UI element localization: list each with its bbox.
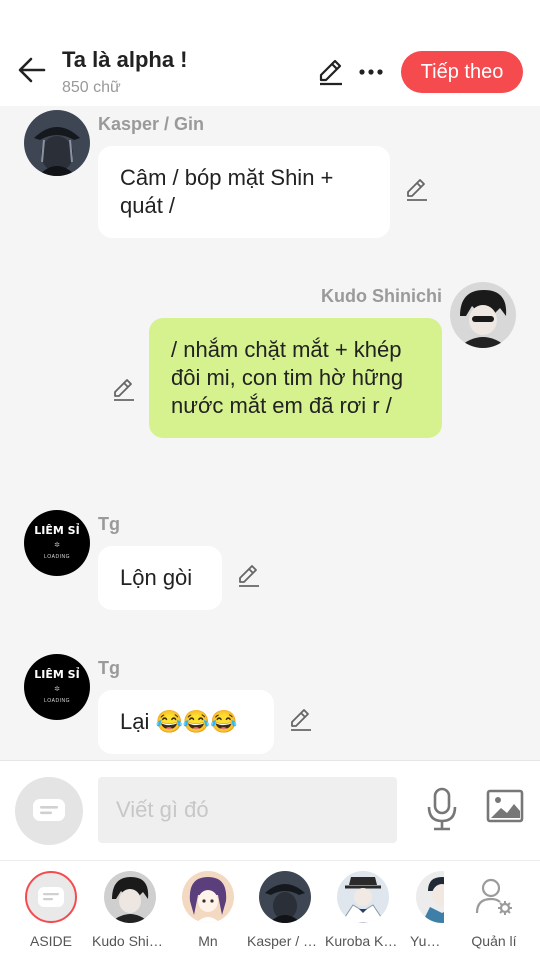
aside-avatar bbox=[25, 871, 77, 923]
chat-screen: Ta là alpha ! 850 chữ Tiếp theo Kasper /… bbox=[0, 0, 540, 960]
avatar-subtext: LOADING bbox=[43, 698, 70, 704]
microphone-button[interactable] bbox=[422, 785, 462, 833]
edit-message-button[interactable] bbox=[404, 177, 430, 203]
more-dots-icon bbox=[359, 69, 383, 75]
image-button[interactable] bbox=[486, 789, 526, 829]
chat-area[interactable]: Kasper / Gin Câm / bóp mặt Shin + quát /… bbox=[0, 106, 540, 760]
avatar-subtext: LOADING bbox=[43, 554, 70, 560]
chat-mode-button[interactable] bbox=[15, 777, 83, 845]
message-bubble[interactable]: Lộn gòi bbox=[98, 546, 222, 610]
character-label: Quản lí bbox=[471, 933, 517, 949]
character-label: ASIDE bbox=[29, 933, 72, 949]
manage-characters-button[interactable]: Quản lí bbox=[462, 871, 524, 955]
dark-haired-boy-avatar bbox=[104, 871, 156, 923]
avatar-text: LIÊM SỈ bbox=[34, 524, 80, 537]
pencil-icon bbox=[239, 565, 259, 587]
message-bubble[interactable]: / nhắm chặt mắt + khép đôi mi, con tim h… bbox=[149, 318, 442, 438]
manage-avatar bbox=[468, 871, 520, 923]
dark-haired-boy-avatar bbox=[450, 282, 516, 348]
page-title: Ta là alpha ! bbox=[62, 47, 188, 72]
header: Ta là alpha ! 850 chữ Tiếp theo bbox=[0, 0, 540, 106]
white-suit-character-avatar bbox=[337, 871, 389, 923]
avatar bbox=[182, 871, 234, 923]
dark-hat-character-avatar bbox=[24, 110, 90, 176]
avatar[interactable] bbox=[24, 110, 90, 176]
loading-icon: ✲ bbox=[54, 686, 60, 693]
purple-hair-character-avatar bbox=[182, 871, 234, 923]
dark-hat-character-avatar bbox=[259, 871, 311, 923]
message-bubble[interactable]: Câm / bóp mặt Shin + quát / bbox=[98, 146, 390, 238]
character-aside[interactable]: ASIDE bbox=[19, 871, 81, 955]
avatar bbox=[259, 871, 311, 923]
sender-name: Kudo Shinichi bbox=[321, 286, 442, 306]
edit-message-button[interactable] bbox=[111, 377, 137, 403]
pencil-icon bbox=[291, 709, 311, 731]
avatar[interactable]: LIÊM SỈ ✲ LOADING bbox=[24, 654, 90, 720]
edit-message-button[interactable] bbox=[288, 707, 314, 733]
image-icon bbox=[486, 789, 524, 823]
more-options-button[interactable] bbox=[354, 55, 388, 89]
character-kudo[interactable]: Kudo Shinichi bbox=[92, 871, 168, 955]
edit-title-button[interactable] bbox=[314, 55, 348, 89]
sender-name: Kasper / Gin bbox=[98, 114, 205, 134]
character-mn[interactable]: Mn bbox=[176, 871, 238, 955]
input-bar bbox=[0, 760, 540, 860]
pencil-icon bbox=[319, 59, 342, 86]
character-bar: ASIDE Kudo Shinichi bbox=[0, 860, 540, 960]
pencil-icon bbox=[114, 379, 134, 401]
character-kasper[interactable]: Kasper / Gin bbox=[247, 871, 323, 955]
message-bubble[interactable]: Lại 😂😂😂 bbox=[98, 690, 274, 754]
sender-name: Tg bbox=[98, 514, 120, 534]
character-label: Kasper / Gin bbox=[247, 933, 323, 949]
arrow-left-icon bbox=[18, 57, 46, 83]
edit-message-button[interactable] bbox=[236, 563, 262, 589]
avatar bbox=[104, 871, 156, 923]
sender-name: Tg bbox=[98, 658, 120, 678]
chat-bubble-icon bbox=[33, 799, 65, 821]
avatar bbox=[337, 871, 389, 923]
character-label: Kuroba Kaito bbox=[325, 933, 401, 949]
message-input[interactable] bbox=[98, 777, 397, 843]
character-label: Yusaku bbox=[410, 933, 444, 949]
character-kuroba[interactable]: Kuroba Kaito bbox=[325, 871, 401, 955]
chat-bubble-icon bbox=[38, 887, 64, 907]
character-label: Kudo Shinichi bbox=[92, 933, 168, 949]
user-settings-icon bbox=[475, 878, 512, 915]
back-button[interactable] bbox=[16, 54, 48, 86]
loading-icon: ✲ bbox=[54, 542, 60, 549]
blue-suit-character-avatar bbox=[416, 871, 444, 923]
avatar bbox=[416, 871, 444, 923]
character-yusaku[interactable]: Yusaku bbox=[410, 871, 444, 955]
avatar[interactable]: LIÊM SỈ ✲ LOADING bbox=[24, 510, 90, 576]
avatar[interactable] bbox=[450, 282, 516, 348]
microphone-icon bbox=[427, 787, 457, 831]
word-count: 850 chữ bbox=[62, 79, 121, 96]
pencil-icon bbox=[407, 179, 427, 201]
character-label: Mn bbox=[198, 933, 218, 949]
next-button[interactable]: Tiếp theo bbox=[401, 51, 523, 93]
avatar-text: LIÊM SỈ bbox=[34, 668, 80, 681]
